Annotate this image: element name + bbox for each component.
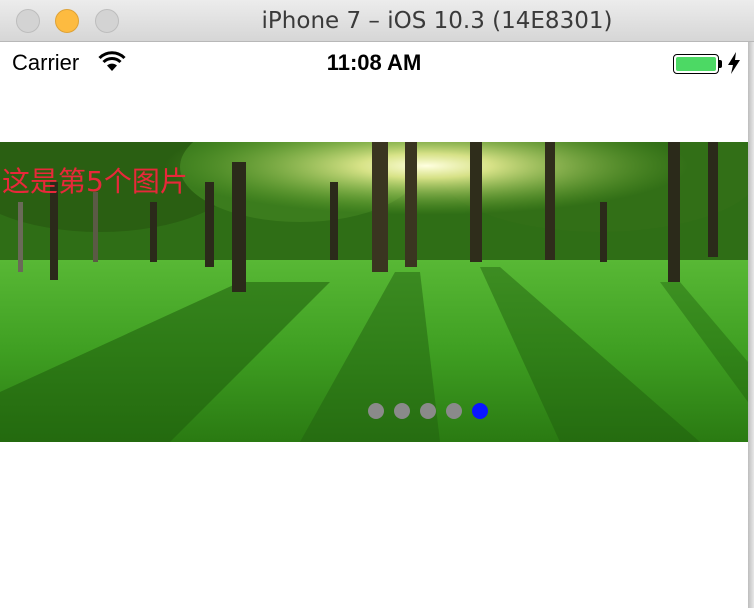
battery-level (676, 57, 716, 71)
window-edge (748, 42, 754, 608)
page-dot-4[interactable] (446, 403, 462, 419)
image-carousel[interactable]: 这是第5个图片 (0, 142, 748, 442)
page-dot-2[interactable] (394, 403, 410, 419)
battery-nub (719, 60, 722, 68)
close-window-button[interactable] (16, 9, 40, 33)
page-dot-3[interactable] (420, 403, 436, 419)
zoom-window-button[interactable] (95, 9, 119, 33)
minimize-window-button[interactable] (55, 9, 79, 33)
status-time: 11:08 AM (326, 50, 422, 75)
window-title: iPhone 7 – iOS 10.3 (14E8301) (261, 8, 613, 34)
page-dot-1[interactable] (368, 403, 384, 419)
simulator-title-bar: iPhone 7 – iOS 10.3 (14E8301) (0, 0, 754, 42)
page-control[interactable] (0, 403, 748, 419)
battery-icon (673, 54, 719, 74)
ios-status-bar: Carrier 11:08 AM (0, 42, 748, 82)
carousel-caption: 这是第5个图片 (2, 165, 188, 198)
charging-bolt-icon (728, 52, 740, 74)
page-dot-5[interactable] (472, 403, 488, 419)
